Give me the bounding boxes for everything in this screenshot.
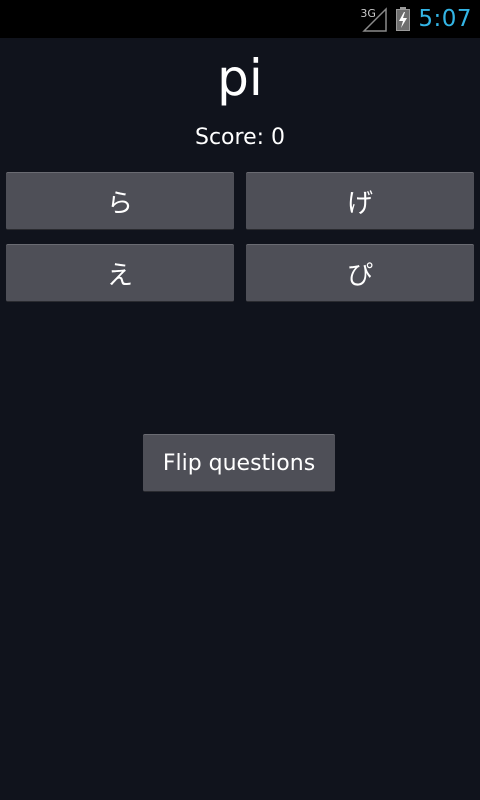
answer-button-4[interactable]: ぴ	[246, 244, 474, 302]
signal-icon: 3G	[360, 5, 388, 33]
score-label: Score: 0	[194, 125, 286, 150]
flip-questions-button[interactable]: Flip questions	[143, 434, 335, 492]
battery-charging-icon	[396, 7, 411, 31]
answer-button-2[interactable]: げ	[246, 172, 474, 230]
question-text: pi	[217, 49, 263, 107]
status-bar: 3G 5:07	[0, 0, 480, 38]
answer-button-3[interactable]: え	[6, 244, 234, 302]
network-type-label: 3G	[360, 7, 376, 20]
status-icons: 3G 5:07	[360, 0, 472, 38]
answer-button-1[interactable]: ら	[6, 172, 234, 230]
status-clock: 5:07	[418, 6, 472, 32]
